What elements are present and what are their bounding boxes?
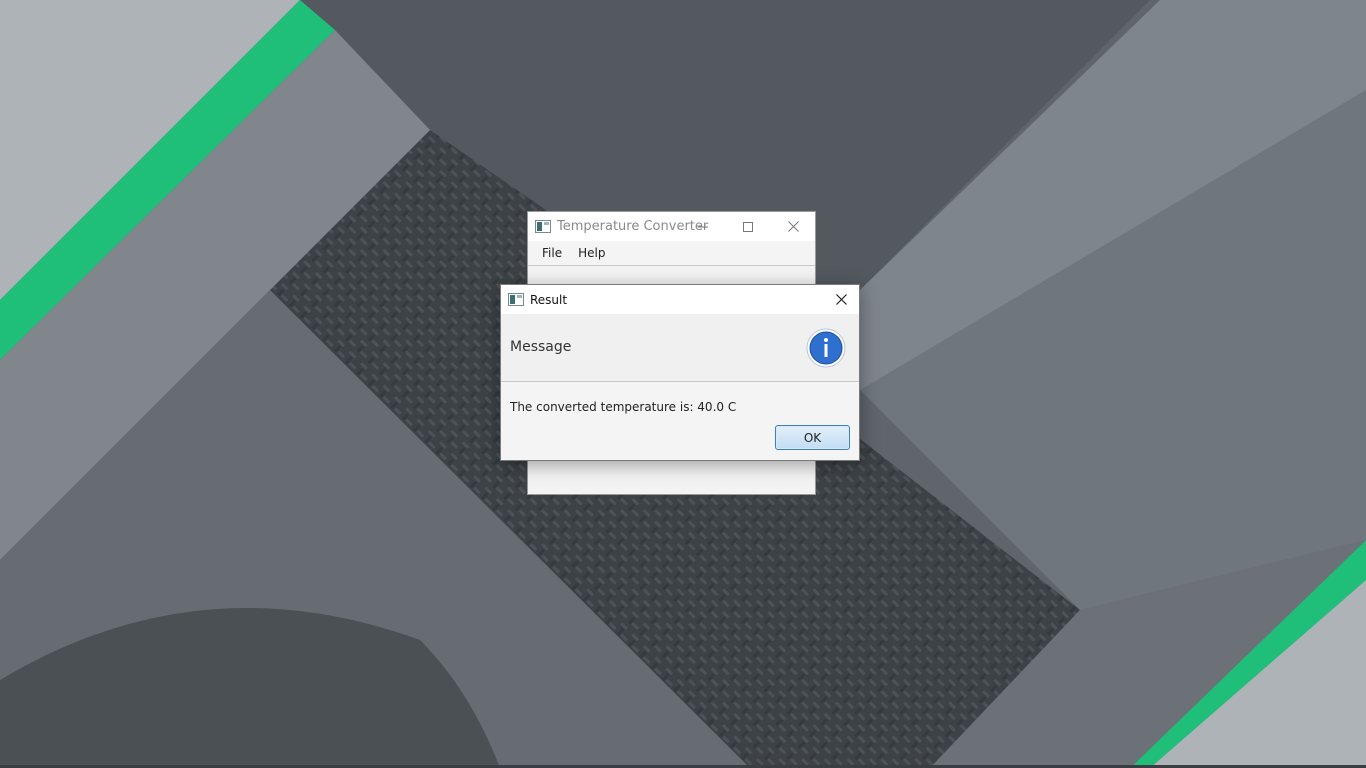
close-button[interactable] — [770, 212, 816, 241]
dialog-title: Result — [530, 292, 568, 307]
menu-bar: File Help — [528, 241, 815, 266]
menu-help[interactable]: Help — [570, 243, 613, 263]
dialog-header-text: Message — [510, 339, 572, 355]
dialog-header: Message — [501, 314, 859, 382]
app-window-icon — [535, 220, 551, 233]
ok-button[interactable]: OK — [775, 425, 850, 450]
maximize-button[interactable] — [725, 212, 771, 241]
result-dialog: Result Message The converted temperature… — [500, 284, 860, 461]
minimize-button[interactable] — [680, 212, 726, 241]
main-window-titlebar[interactable]: Temperature Converter — [528, 212, 815, 241]
info-icon — [806, 328, 846, 368]
desktop: Temperature Converter File Help Result M… — [0, 0, 1366, 768]
maximize-icon — [743, 221, 753, 232]
minimize-icon — [698, 226, 708, 227]
close-icon — [835, 294, 847, 305]
dialog-content-text: The converted temperature is: 40.0 C — [510, 400, 737, 414]
menu-file[interactable]: File — [534, 243, 570, 263]
app-window-icon — [508, 293, 524, 306]
close-icon — [787, 221, 799, 232]
dialog-close-button[interactable] — [823, 285, 859, 314]
dialog-titlebar[interactable]: Result — [501, 285, 859, 314]
